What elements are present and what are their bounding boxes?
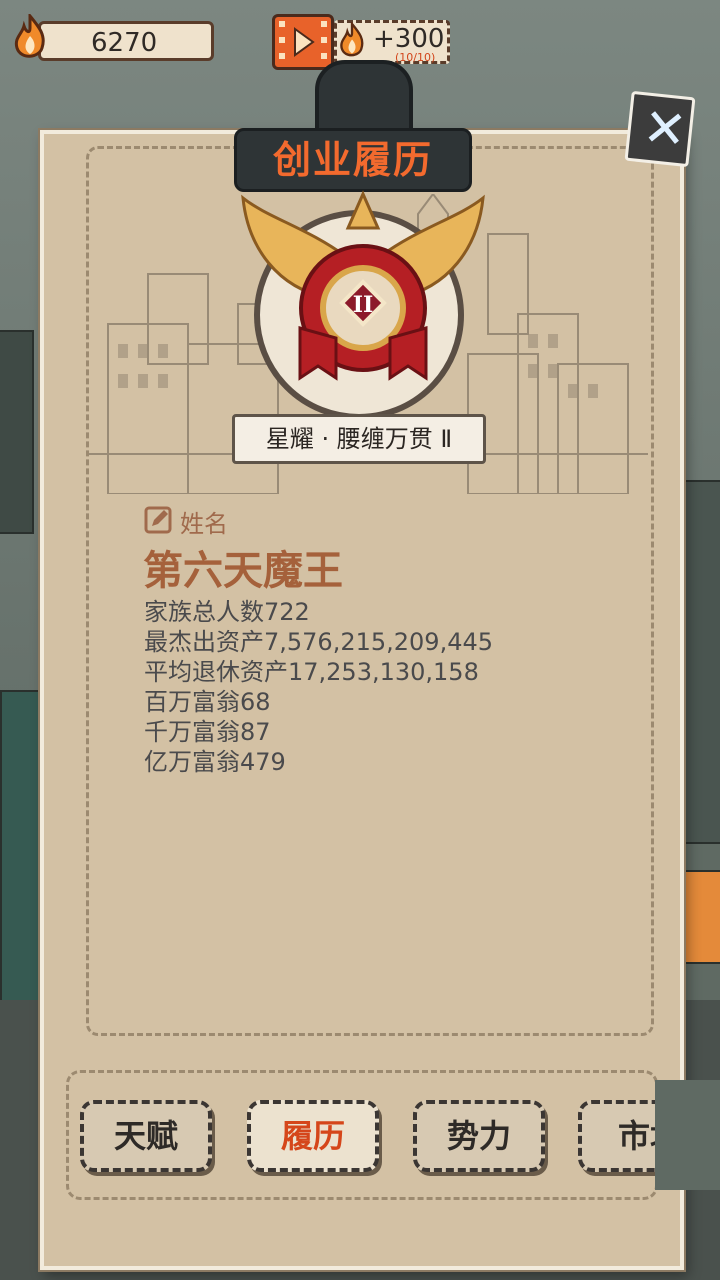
stat-millionaires: 百万富翁68 [144, 688, 271, 716]
close-button[interactable]: ✕ [624, 90, 696, 168]
name-label: 姓名 [180, 510, 228, 538]
stat-average-retirement-assets: 平均退休资产17,253,130,158 [144, 658, 479, 686]
tab-history[interactable]: 履历 [247, 1100, 379, 1172]
tab-talent[interactable]: 天赋 [80, 1100, 212, 1172]
currency-counter: 6270 [38, 21, 214, 61]
rank-title: 星耀 · 腰缠万贯 Ⅱ [265, 425, 453, 453]
flame-icon [340, 22, 364, 57]
reward-uses: (10/10) [395, 51, 436, 64]
close-icon: ✕ [639, 97, 690, 162]
currency-value: 6270 [91, 28, 158, 58]
stat-family-count: 家族总人数722 [144, 598, 310, 626]
stats-list: 家族总人数722 最杰出资产7,576,215,209,445 平均退休资产17… [144, 597, 493, 777]
reward-amount: +300 [373, 24, 445, 54]
rank-plate: 星耀 · 腰缠万贯 Ⅱ [232, 414, 486, 464]
stat-billionaires: 亿万富翁479 [144, 748, 286, 776]
video-reward-icon [272, 14, 334, 70]
player-name: 第六天魔王 [143, 548, 343, 594]
edit-name-icon[interactable] [144, 506, 172, 534]
rank-badge-icon: II [241, 190, 485, 381]
page-title: 创业履历 [272, 138, 433, 182]
badge-level: II [353, 292, 374, 318]
stat-ten-millionaires: 千万富翁87 [144, 718, 271, 746]
stat-best-assets: 最杰出资产7,576,215,209,445 [144, 628, 494, 656]
title-plate: 创业履历 [234, 128, 472, 192]
flame-icon [14, 14, 45, 58]
tab-power[interactable]: 势力 [413, 1100, 545, 1172]
